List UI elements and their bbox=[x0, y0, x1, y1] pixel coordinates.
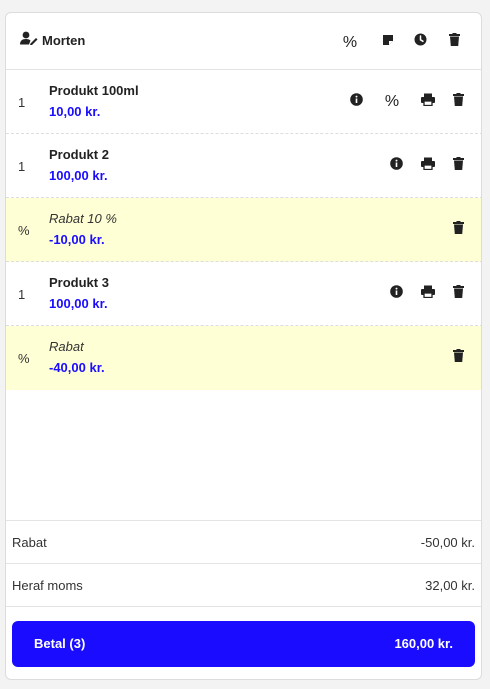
cart-line-discount[interactable]: % Rabat -40,00 kr. bbox=[6, 326, 481, 390]
cart-header: Morten % bbox=[6, 13, 481, 70]
cart-line-discount[interactable]: % Rabat 10 % -10,00 kr. bbox=[6, 198, 481, 262]
pay-total: 160,00 kr. bbox=[394, 636, 453, 651]
print-icon bbox=[421, 93, 435, 111]
info-icon bbox=[389, 157, 403, 175]
print-icon bbox=[421, 157, 435, 175]
user-edit-icon bbox=[20, 31, 38, 50]
percent-icon: % bbox=[384, 93, 400, 110]
park-sale-button[interactable] bbox=[409, 31, 431, 53]
cart-line[interactable]: 1 Produkt 2 100,00 kr. bbox=[6, 134, 481, 198]
trash-icon bbox=[452, 157, 464, 175]
note-icon bbox=[382, 33, 394, 51]
line-price: -10,00 kr. bbox=[49, 232, 105, 247]
delete-line-button[interactable] bbox=[447, 219, 469, 241]
info-button[interactable] bbox=[385, 155, 407, 177]
cart-line[interactable]: 1 Produkt 100ml 10,00 kr. % bbox=[6, 70, 481, 134]
line-price: 100,00 kr. bbox=[49, 296, 108, 311]
print-button[interactable] bbox=[417, 155, 439, 177]
cart-panel: Morten % 1 Produkt 100ml 10,00 kr. % 1 P… bbox=[5, 12, 482, 680]
customer-button[interactable]: Morten bbox=[20, 31, 85, 50]
customer-name: Morten bbox=[42, 33, 86, 48]
summary-vat-label: Heraf moms bbox=[12, 578, 83, 593]
trash-icon bbox=[448, 33, 460, 51]
line-name: Produkt 100ml bbox=[49, 83, 139, 98]
print-button[interactable] bbox=[417, 283, 439, 305]
info-button[interactable] bbox=[345, 91, 367, 113]
print-button[interactable] bbox=[417, 91, 439, 113]
trash-icon bbox=[452, 285, 464, 303]
line-name: Produkt 3 bbox=[49, 275, 109, 290]
summary-discount-value: -50,00 kr. bbox=[420, 535, 475, 550]
discount-button[interactable]: % bbox=[339, 32, 361, 54]
info-button[interactable] bbox=[385, 283, 407, 305]
trash-icon bbox=[452, 349, 464, 367]
line-price: -40,00 kr. bbox=[49, 360, 105, 375]
summary-discount-label: Rabat bbox=[12, 535, 47, 550]
cart-line[interactable]: 1 Produkt 3 100,00 kr. bbox=[6, 262, 481, 326]
info-icon bbox=[349, 93, 363, 111]
line-qty: 1 bbox=[18, 94, 26, 110]
line-name: Rabat 10 % bbox=[49, 211, 117, 226]
clock-icon bbox=[414, 33, 427, 51]
line-qty: % bbox=[18, 350, 30, 366]
trash-icon bbox=[452, 93, 464, 111]
line-price: 10,00 kr. bbox=[49, 104, 101, 119]
line-qty: % bbox=[18, 222, 30, 238]
line-name: Rabat bbox=[49, 339, 84, 354]
line-qty: 1 bbox=[18, 286, 26, 302]
summary-discount-row: Rabat -50,00 kr. bbox=[6, 520, 481, 563]
line-discount-button[interactable]: % bbox=[381, 91, 403, 113]
delete-line-button[interactable] bbox=[447, 347, 469, 369]
delete-line-button[interactable] bbox=[447, 155, 469, 177]
line-price: 100,00 kr. bbox=[49, 168, 108, 183]
summary-divider bbox=[6, 606, 481, 607]
note-button[interactable] bbox=[377, 31, 399, 53]
clear-cart-button[interactable] bbox=[443, 31, 465, 53]
pay-button[interactable]: Betal (3) 160,00 kr. bbox=[12, 621, 475, 667]
line-name: Produkt 2 bbox=[49, 147, 109, 162]
pay-label: Betal (3) bbox=[34, 636, 86, 651]
delete-line-button[interactable] bbox=[447, 283, 469, 305]
line-qty: 1 bbox=[18, 158, 26, 174]
percent-icon: % bbox=[342, 34, 358, 51]
trash-icon bbox=[452, 221, 464, 239]
info-icon bbox=[389, 285, 403, 303]
summary-vat-row: Heraf moms 32,00 kr. bbox=[6, 563, 481, 606]
delete-line-button[interactable] bbox=[447, 91, 469, 113]
print-icon bbox=[421, 285, 435, 303]
summary-vat-value: 32,00 kr. bbox=[425, 578, 475, 593]
